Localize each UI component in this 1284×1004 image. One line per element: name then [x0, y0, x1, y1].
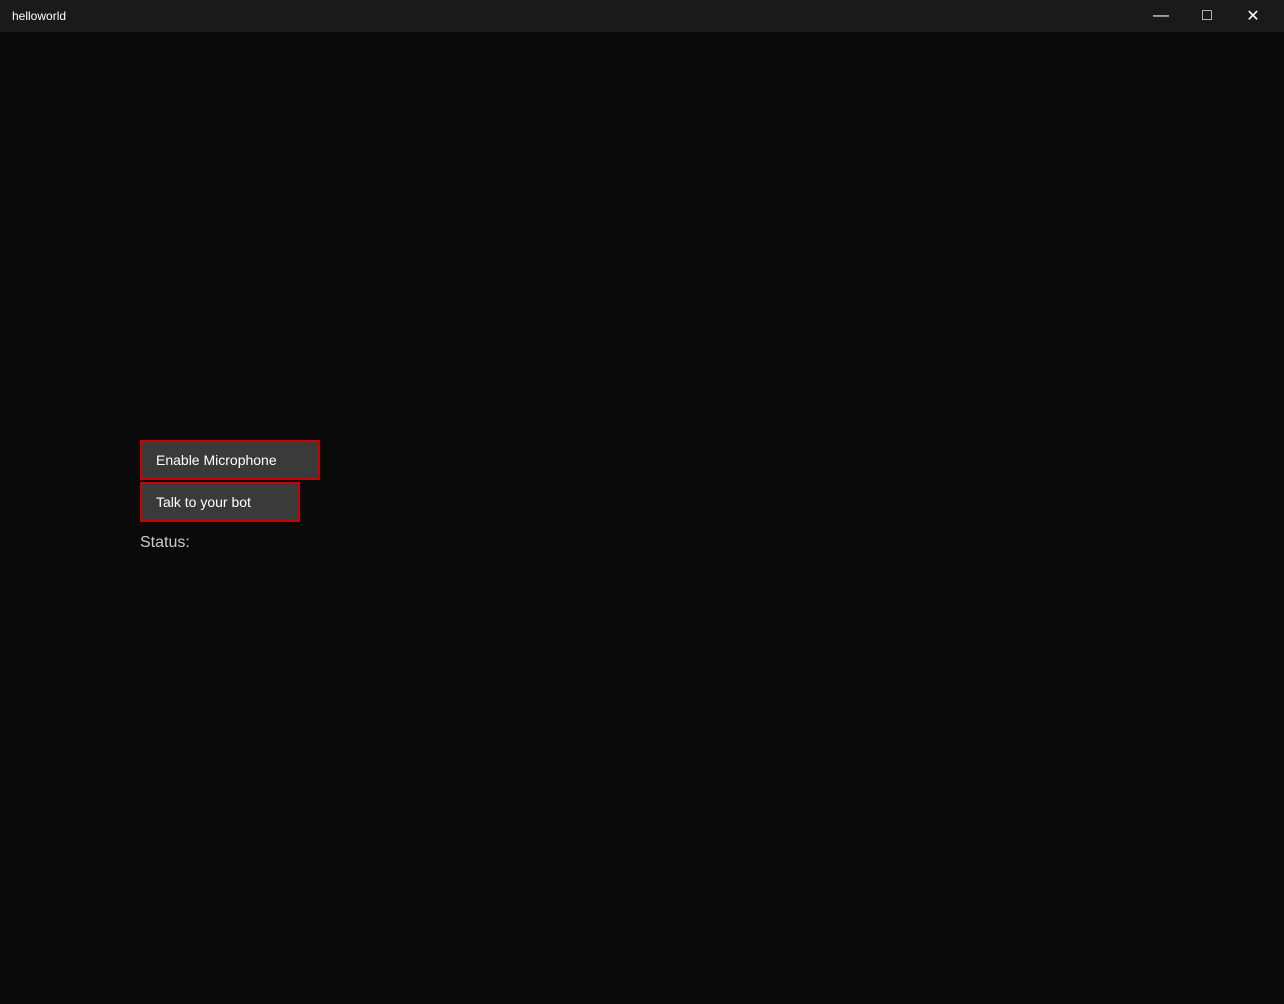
title-bar: helloworld — □ ✕ [0, 0, 1284, 32]
enable-microphone-button[interactable]: Enable Microphone [140, 440, 320, 480]
talk-to-bot-button[interactable]: Talk to your bot [140, 482, 300, 522]
close-button[interactable]: ✕ [1230, 0, 1276, 32]
main-content: Enable Microphone Talk to your bot Statu… [0, 32, 1284, 1004]
window-controls: — □ ✕ [1138, 0, 1276, 32]
status-label: Status: [140, 534, 1284, 552]
maximize-button[interactable]: □ [1184, 0, 1230, 32]
app-title: helloworld [8, 9, 66, 23]
minimize-button[interactable]: — [1138, 0, 1184, 32]
